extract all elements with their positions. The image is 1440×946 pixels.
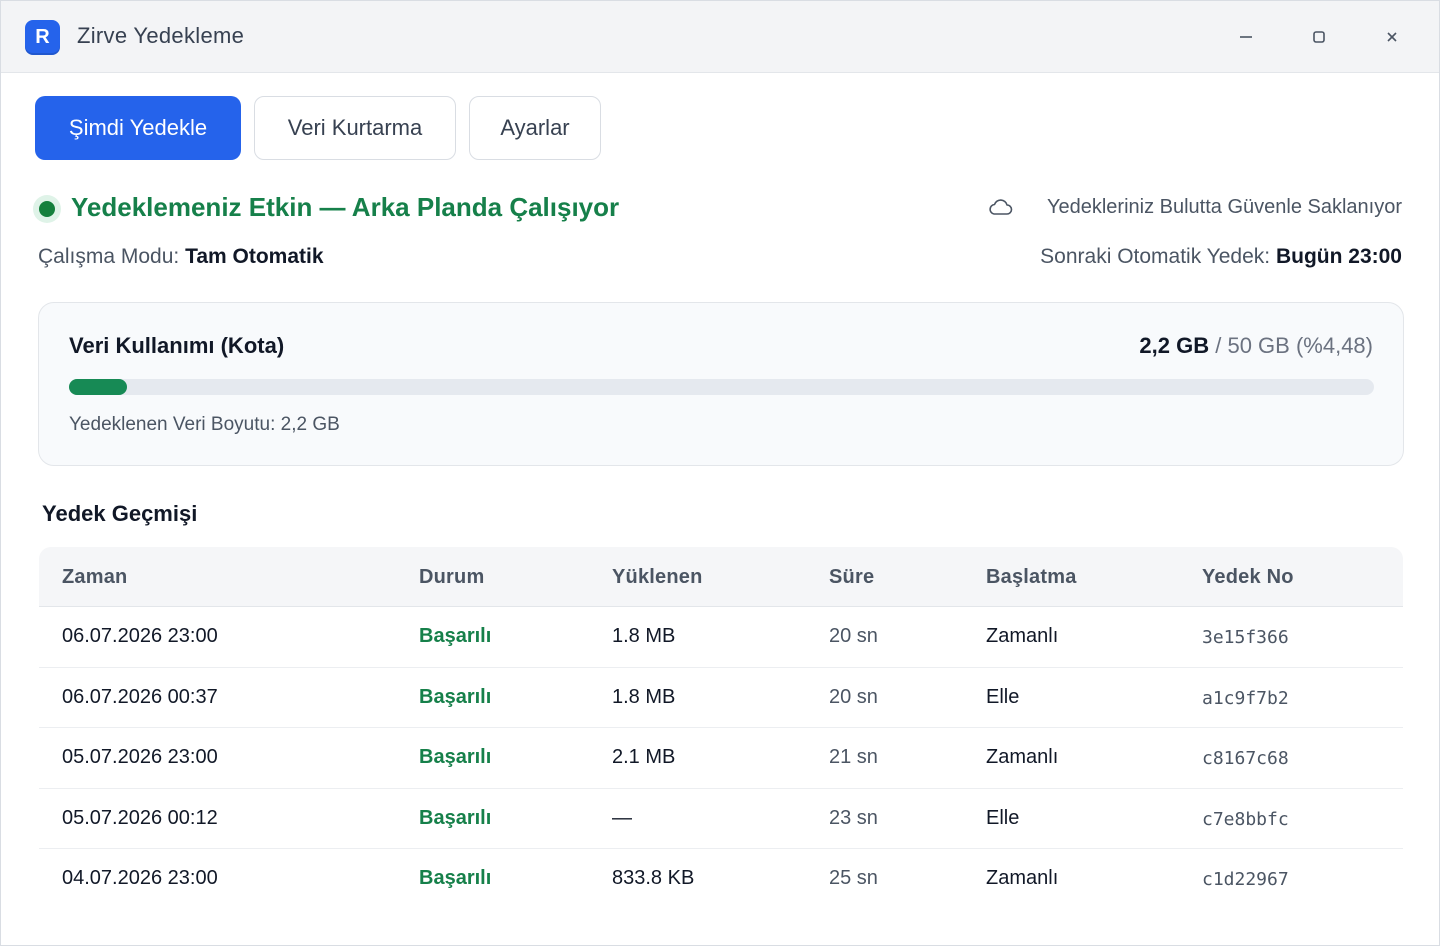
backup-history-table: Zaman Durum Yüklenen Süre Başlatma Yedek… [39,547,1403,910]
column-header-trigger[interactable]: Başlatma [986,566,1077,589]
cell-uploaded: — [612,806,632,829]
cell-trigger: Zamanlı [986,867,1059,889]
next-backup-value: Bugün 23:00 [1275,245,1402,268]
cell-trigger: Elle [986,685,1020,708]
cell-status: Başarılı [419,685,492,708]
cell-uploaded: 1.8 MB [612,685,676,708]
quota-title: Veri Kullanımı (Kota) [69,333,285,358]
table-row[interactable]: 04.07.2026 23:00 Başarılı 833.8 KB 25 sn… [39,849,1403,910]
cell-backup-id: c7e8bbfc [1202,808,1289,830]
cell-status: Başarılı [419,867,492,889]
table-row[interactable]: 05.07.2026 23:00 Başarılı 2.1 MB 21 sn Z… [39,728,1403,789]
maximize-icon [1313,31,1325,43]
cloud-storage-text: Yedekleriniz Bulutta Güvenle Saklanıyor [1046,196,1402,218]
operation-mode: Çalışma Modu: Tam Otomatik [38,245,324,269]
next-backup-label: Sonraki Otomatik Yedek: [1040,245,1271,268]
history-title: Yedek Geçmişi [42,501,198,526]
app-window: R Zirve Yedekleme Şimdi Yedekle Veri Kur… [0,0,1440,946]
settings-button[interactable]: Ayarlar [469,96,601,160]
cell-time: 05.07.2026 00:12 [62,806,218,829]
title-bar: R Zirve Yedekleme [1,1,1439,73]
cell-duration: 21 sn [829,746,878,768]
cell-duration: 23 sn [829,806,878,829]
table-row[interactable]: 05.07.2026 00:12 Başarılı — 23 sn Elle c… [39,789,1403,849]
backup-status-text: Yedeklemeniz Etkin — Arka Planda Çalışıy… [71,192,620,222]
table-row[interactable]: 06.07.2026 23:00 Başarılı 1.8 MB 20 sn Z… [39,607,1403,668]
next-backup: Sonraki Otomatik Yedek: Bugün 23:00 [1040,245,1402,269]
cell-trigger: Elle [986,806,1020,829]
cell-uploaded: 2.1 MB [612,746,676,768]
status-indicator-icon [33,195,61,223]
cell-duration: 25 sn [829,867,878,889]
data-recovery-button[interactable]: Veri Kurtarma [254,96,456,160]
cell-status: Başarılı [419,806,492,829]
app-title: Zirve Yedekleme [77,23,245,48]
quota-used: 2,2 GB [1139,333,1210,358]
cell-duration: 20 sn [829,685,878,708]
cell-backup-id: c1d22967 [1202,869,1289,890]
backup-now-button[interactable]: Şimdi Yedekle [35,96,241,160]
cell-time: 05.07.2026 23:00 [62,746,218,768]
column-header-status[interactable]: Durum [419,566,484,589]
quota-card: Veri Kullanımı (Kota) 2,2 GB / 50 GB (%4… [38,302,1404,466]
cell-time: 06.07.2026 00:37 [62,685,218,708]
cell-backup-id: c8167c68 [1202,748,1289,769]
app-logo: R [25,20,60,55]
cell-uploaded: 1.8 MB [612,625,676,647]
quota-progress-bar [69,379,1374,395]
table-header: Zaman Durum Yüklenen Süre Başlatma Yedek… [39,547,1403,607]
cell-trigger: Zamanlı [986,746,1059,768]
cell-status: Başarılı [419,746,492,768]
minimize-icon [1240,36,1252,38]
cell-backup-id: 3e15f366 [1202,627,1289,648]
backed-up-size: Yedeklenen Veri Boyutu: 2,2 GB [69,414,340,435]
cloud-icon [989,199,1013,215]
cell-status: Başarılı [419,625,492,647]
cell-time: 06.07.2026 23:00 [62,625,218,647]
quota-progress-fill [69,379,128,395]
quota-total: / 50 GB (%4,48) [1215,333,1373,358]
quota-value: 2,2 GB / 50 GB (%4,48) [1139,333,1373,359]
column-header-uploaded[interactable]: Yüklenen [612,566,703,589]
column-header-backup-id[interactable]: Yedek No [1202,566,1294,589]
cell-backup-id: a1c9f7b2 [1202,687,1289,709]
cell-uploaded: 833.8 KB [612,867,695,889]
operation-mode-value: Tam Otomatik [185,245,324,268]
cell-trigger: Zamanlı [986,625,1059,647]
table-row[interactable]: 06.07.2026 00:37 Başarılı 1.8 MB 20 sn E… [39,668,1403,728]
column-header-time[interactable]: Zaman [62,566,127,589]
close-button[interactable] [1374,19,1410,55]
minimize-button[interactable] [1228,19,1264,55]
operation-mode-label: Çalışma Modu: [38,245,180,268]
cell-duration: 20 sn [829,625,878,647]
cell-time: 04.07.2026 23:00 [62,867,218,889]
maximize-button[interactable] [1301,19,1337,55]
column-header-duration[interactable]: Süre [829,566,874,589]
close-icon [1387,32,1397,42]
